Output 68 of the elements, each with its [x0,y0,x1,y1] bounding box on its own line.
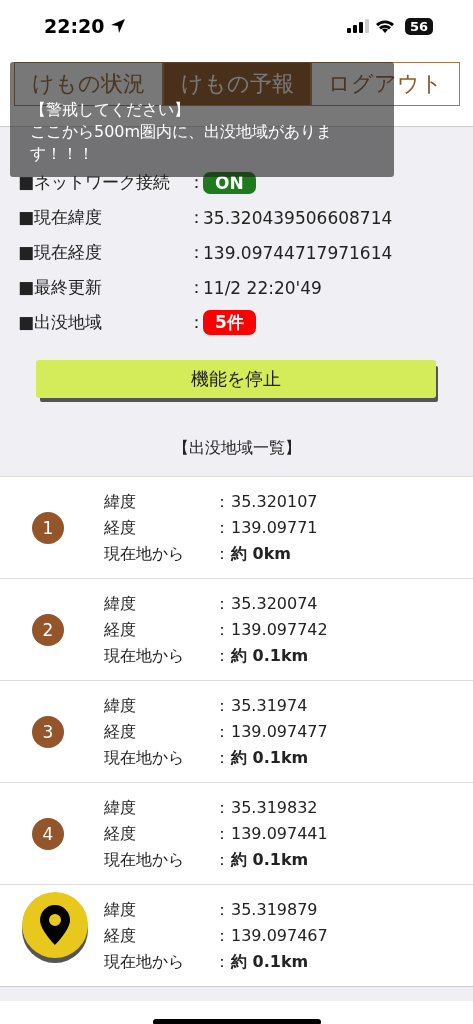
colon: ： [214,694,231,717]
area-value: 139.097477 [231,720,328,743]
colon: ： [214,592,231,615]
colon: ： [214,796,231,819]
area-label: 現在地から [104,950,185,973]
area-label: 現在地から [104,848,185,871]
colon: ： [214,950,230,973]
list-title: 【出没地域一覧】 [171,438,302,459]
area-value: 約 0.1km [231,848,309,871]
colon: ： [214,542,230,565]
area-label: 緯度 [104,592,137,615]
info-value: 11/2 22:20'49 [203,277,322,298]
area-label: 経度 [104,618,137,641]
info-label: ■現在経度 [18,241,104,264]
area-value: 35.31974 [231,694,308,717]
number-badge: 1 [32,511,64,544]
info-label: ■最終更新 [18,276,104,299]
area-value: 139.09771 [231,516,318,539]
colon: ： [214,822,231,845]
area-label: 経度 [104,720,137,743]
area-value: 35.319879 [231,898,318,921]
area-value: 35.319832 [231,796,318,819]
info-value: 139.09744717971614 [203,242,393,263]
area-label: 経度 [104,924,137,947]
info-value: 35.320439506608714 [203,207,393,228]
number-badge: 2 [32,613,64,646]
area-value: 35.320107 [231,490,318,513]
area-label: 経度 [104,516,137,539]
colon: ： [214,898,231,921]
colon: ： [214,848,230,871]
area-value: 約 0.1km [231,746,309,769]
area-label: 緯度 [104,796,137,819]
colon: ： [214,516,231,539]
area-value: 35.320074 [231,592,318,615]
info-label: ■出没地域 [18,311,104,334]
info-label: ■ネットワーク接続 [18,171,172,194]
count-badge: 5件 [203,310,256,335]
colon: ： [188,206,203,229]
area-value: 139.097441 [231,822,328,845]
number-badge: 4 [32,817,64,850]
area-label: 緯度 [104,490,137,513]
area-value: 139.097467 [231,924,328,947]
area-value: 139.097742 [231,618,328,641]
number-badge: 3 [32,715,64,748]
colon: ： [214,644,230,667]
area-label: 経度 [104,822,137,845]
alert-message: ここから500m圏内に、出没地域があります！！！ [30,121,334,165]
area-value: 約 0.1km [231,644,309,667]
colon: ： [188,311,203,334]
area-label: 現在地から [104,644,185,667]
status-badge: ON [203,171,256,194]
area-value: 約 0.1km [231,950,309,973]
colon: ： [214,720,231,743]
area-label: 緯度 [104,898,137,921]
area-label: 現在地から [104,746,185,769]
info-label: ■現在緯度 [18,206,104,229]
colon: ： [188,171,203,194]
colon: ： [188,241,203,264]
area-label: 現在地から [104,542,185,565]
colon: ： [188,276,203,299]
colon: ： [214,924,231,947]
area-label: 緯度 [104,694,137,717]
battery-indicator: 56 [404,17,433,35]
colon: ： [214,746,230,769]
status-time: 22:20 [44,15,105,37]
colon: ： [214,490,231,513]
area-value: 約 0km [231,542,291,565]
colon: ： [214,618,231,641]
